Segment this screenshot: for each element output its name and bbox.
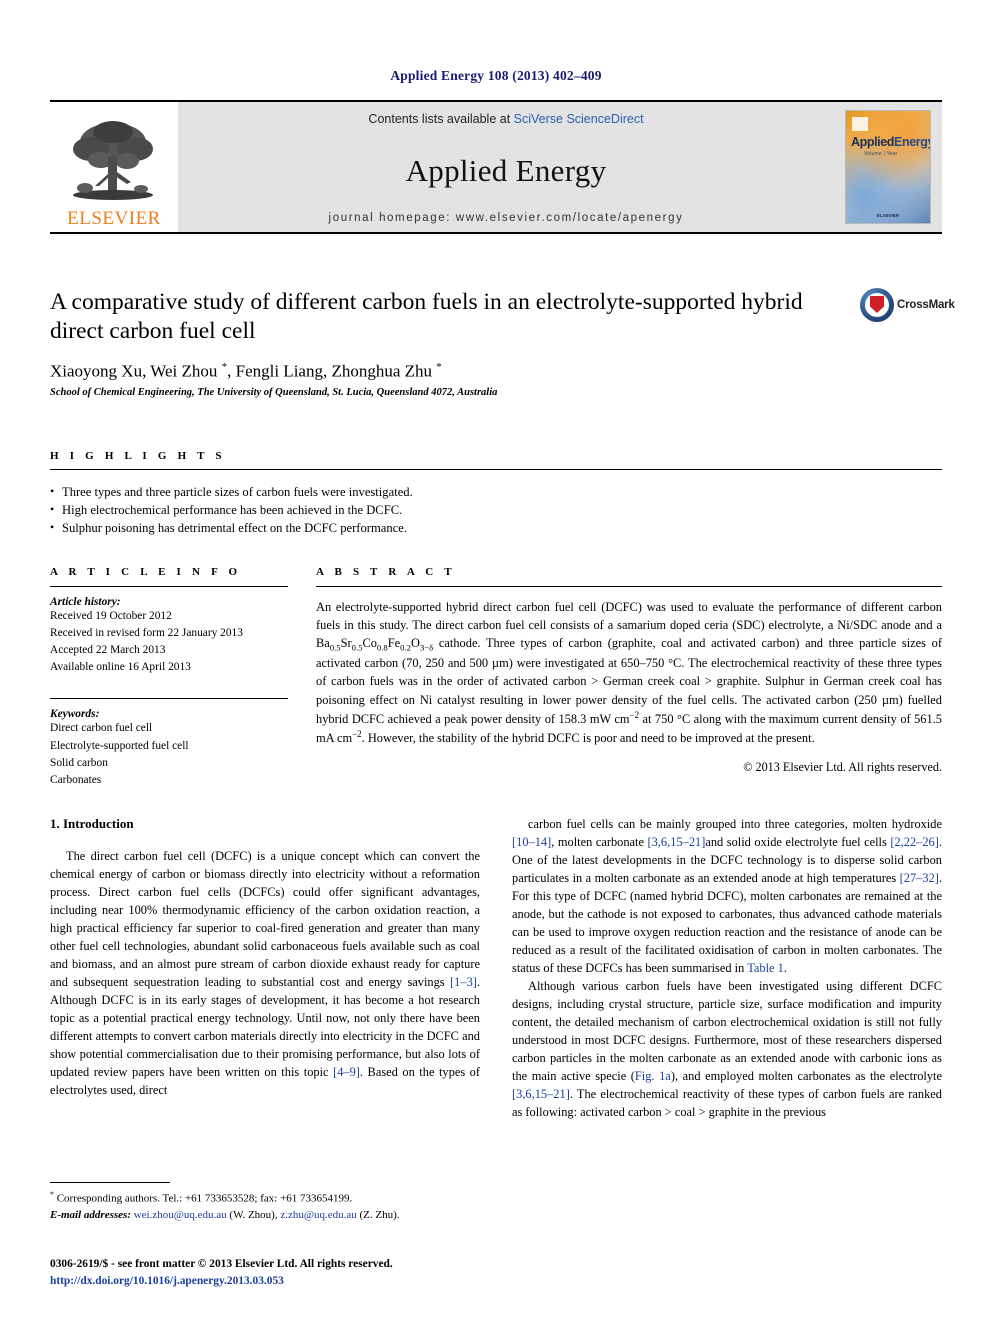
cover-subtitle: Volume | Year — [864, 151, 898, 157]
journal-cover-container: AppliedEnergy Volume | Year ELSEVIER — [834, 102, 942, 232]
issn-block: 0306-2619/$ - see front matter © 2013 El… — [50, 1256, 550, 1290]
intro-paragraph-left: The direct carbon fuel cell (DCFC) is a … — [50, 849, 480, 1097]
highlights-section: H I G H L I G H T S Three types and thre… — [50, 450, 942, 538]
crossmark-icon — [860, 288, 894, 322]
keyword-item: Carbonates — [50, 773, 102, 786]
abstract-rule — [316, 586, 942, 587]
article-info-heading: A R T I C L E I N F O — [50, 566, 242, 578]
journal-homepage-link[interactable]: journal homepage: www.elsevier.com/locat… — [329, 212, 684, 224]
abstract-heading: A B S T R A C T — [316, 566, 456, 578]
keyword-item: Solid carbon — [50, 756, 108, 769]
list-item: Three types and three particle sizes of … — [50, 483, 942, 502]
running-head: Applied Energy 108 (2013) 402–409 — [390, 68, 602, 83]
list-item: High electrochemical performance has bee… — [50, 501, 942, 520]
elsevier-wordmark: ELSEVIER — [67, 208, 161, 229]
info-abstract-row: A R T I C L E I N F O Article history: R… — [50, 566, 942, 789]
issn-line: 0306-2619/$ - see front matter © 2013 El… — [50, 1258, 393, 1270]
intro-paragraph-right-2: Although various carbon fuels have been … — [512, 978, 942, 1119]
journal-title: Applied Energy — [405, 152, 607, 188]
contents-available-line: Contents lists available at SciVerse Sci… — [368, 112, 643, 126]
keyword-item: Electrolyte-supported fuel cell — [50, 739, 189, 752]
banner-bottom-rule — [50, 232, 942, 234]
journal-cover-image: AppliedEnergy Volume | Year ELSEVIER — [846, 111, 930, 223]
crossmark-label: CrossMark — [897, 299, 955, 311]
title-block: A comparative study of different carbon … — [50, 288, 955, 399]
keyword-item: Direct carbon fuel cell — [50, 722, 153, 735]
corresponding-author-note: * Corresponding authors. Tel.: +61 73365… — [50, 1190, 353, 1205]
history-item: Accepted 22 March 2013 — [50, 644, 166, 657]
keywords-rule — [50, 698, 288, 700]
body-column-left: 1. Introduction The direct carbon fuel c… — [50, 816, 480, 1122]
section-heading-introduction: 1. Introduction — [50, 816, 134, 831]
abstract-section: A B S T R A C T An electrolyte-supported… — [316, 566, 942, 789]
history-item: Available online 16 April 2013 — [50, 661, 191, 674]
sciencedirect-link[interactable]: SciVerse ScienceDirect — [514, 112, 644, 126]
highlights-heading: H I G H L I G H T S — [50, 450, 226, 462]
abstract-text: An electrolyte-supported hybrid direct c… — [316, 600, 942, 746]
crossmark-badge[interactable]: CrossMark — [860, 288, 955, 338]
elsevier-logo: ELSEVIER — [50, 102, 178, 232]
doi-link[interactable]: http://dx.doi.org/10.1016/j.apenergy.201… — [50, 1273, 550, 1290]
body-column-right: carbon fuel cells can be mainly grouped … — [512, 816, 942, 1122]
contents-prefix: Contents lists available at — [368, 112, 514, 126]
cover-publisher-mark-icon — [852, 117, 868, 131]
author-list: Xiaoyong Xu, Wei Zhou *, Fengli Liang, Z… — [50, 360, 442, 381]
cover-footer: ELSEVIER — [876, 213, 900, 218]
history-item: Received 19 October 2012 — [50, 610, 172, 622]
list-item: Sulphur poisoning has detrimental effect… — [50, 519, 942, 538]
footnote-rule — [50, 1182, 170, 1183]
article-info-rule — [50, 586, 288, 587]
article-history-block: Article history: Received 19 October 201… — [50, 596, 288, 676]
footnote-block: * Corresponding authors. Tel.: +61 73365… — [50, 1182, 480, 1224]
banner-center: Contents lists available at SciVerse Sci… — [178, 102, 834, 232]
journal-banner: ELSEVIER Contents lists available at Sci… — [50, 100, 942, 234]
affiliation: School of Chemical Engineering, The Univ… — [50, 387, 498, 399]
keywords-block: Keywords: Direct carbon fuel cell Electr… — [50, 708, 288, 788]
email-addresses-note: E-mail addresses: wei.zhou@uq.edu.au (W.… — [50, 1208, 400, 1221]
abstract-copyright: © 2013 Elsevier Ltd. All rights reserved… — [743, 760, 942, 775]
article-history-label: Article history: — [50, 596, 121, 608]
article-page: Applied Energy 108 (2013) 402–409 ELSEVI… — [0, 0, 992, 1323]
intro-paragraph-right-1: carbon fuel cells can be mainly grouped … — [512, 817, 942, 975]
highlights-list: Three types and three particle sizes of … — [50, 470, 942, 538]
body-columns: 1. Introduction The direct carbon fuel c… — [50, 816, 942, 1122]
history-item: Received in revised form 22 January 2013 — [50, 627, 243, 640]
elsevier-tree-icon — [73, 121, 153, 200]
article-info-section: A R T I C L E I N F O Article history: R… — [50, 566, 288, 789]
page-title: A comparative study of different carbon … — [50, 289, 803, 345]
cover-title: AppliedEnergy — [851, 135, 930, 149]
keywords-label: Keywords: — [50, 708, 100, 721]
